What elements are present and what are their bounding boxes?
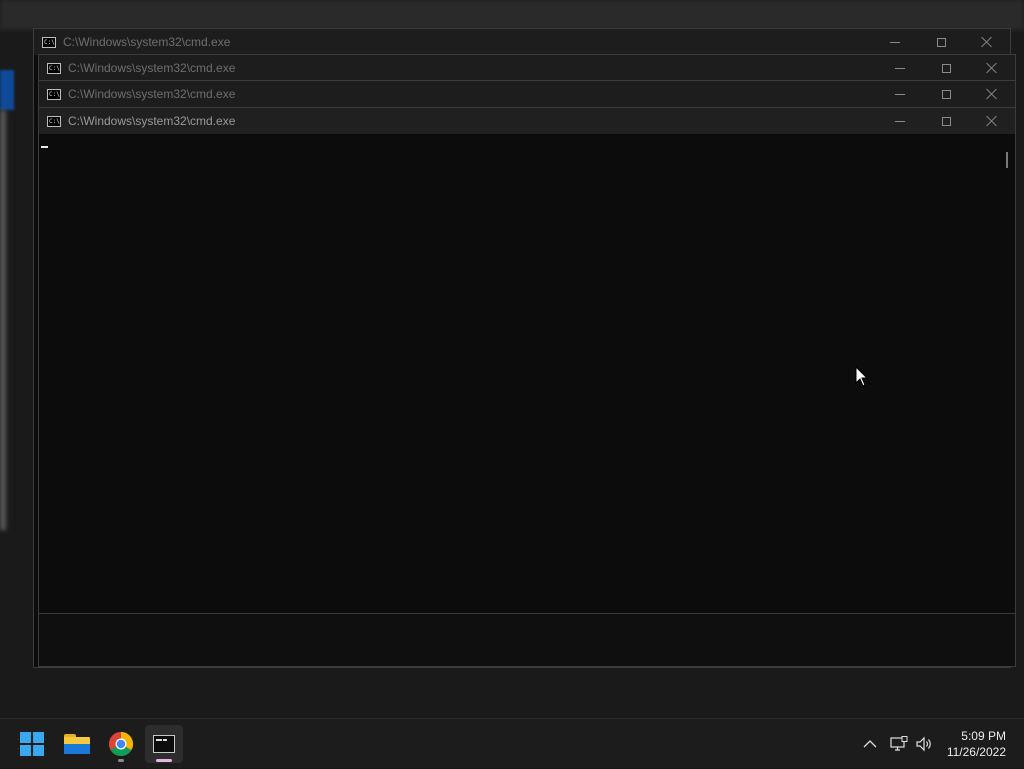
cmd-window-3-titlebar[interactable]: C:\ C:\Windows\system32\cmd.exe — [39, 81, 1015, 107]
minimize-button[interactable] — [877, 108, 923, 134]
text-cursor — [41, 146, 48, 148]
close-icon — [986, 62, 998, 74]
minimize-icon — [890, 41, 900, 43]
close-icon — [986, 88, 998, 100]
minimize-button[interactable] — [872, 29, 918, 55]
volume-icon — [916, 736, 931, 752]
taskbar-clock[interactable]: 5:09 PM 11/26/2022 — [947, 728, 1006, 760]
folder-icon — [64, 734, 90, 754]
show-hidden-icons-button[interactable] — [858, 719, 882, 769]
background-app-edge — [0, 110, 6, 530]
minimize-button[interactable] — [877, 81, 923, 107]
maximize-icon — [936, 37, 946, 47]
maximize-icon — [941, 63, 951, 73]
taskbar-command-prompt[interactable] — [145, 725, 183, 763]
clock-date: 11/26/2022 — [946, 745, 1006, 759]
network-icon — [890, 736, 908, 751]
close-button[interactable] — [969, 108, 1015, 134]
cmd-window-1-titlebar[interactable]: C:\ C:\Windows\system32\cmd.exe — [34, 29, 1010, 55]
cmd-window-2-titlebar[interactable]: C:\ C:\Windows\system32\cmd.exe — [39, 55, 1015, 81]
volume-button[interactable] — [911, 719, 937, 769]
maximize-button[interactable] — [923, 108, 969, 134]
cmd-window-4-titlebar[interactable]: C:\ C:\Windows\system32\cmd.exe — [39, 108, 1015, 134]
window-title: C:\Windows\system32\cmd.exe — [68, 61, 236, 75]
taskbar-file-explorer[interactable] — [58, 725, 96, 763]
network-button[interactable] — [886, 719, 912, 769]
window-title: C:\Windows\system32\cmd.exe — [68, 114, 236, 128]
active-indicator — [156, 759, 172, 762]
close-icon — [981, 36, 993, 48]
cmd-app-icon: C:\ — [47, 62, 61, 74]
scrollbar-thumb[interactable] — [1006, 152, 1008, 168]
terminal-icon — [153, 735, 175, 753]
maximize-icon — [941, 116, 951, 126]
close-button[interactable] — [964, 29, 1010, 55]
minimize-icon — [895, 67, 905, 69]
taskbar: 5:09 PM 11/26/2022 — [0, 718, 1024, 768]
maximize-button[interactable] — [923, 55, 969, 81]
minimize-icon — [895, 120, 905, 122]
windows-logo-icon — [20, 732, 44, 756]
vertical-scrollbar[interactable] — [999, 134, 1015, 614]
close-button[interactable] — [969, 81, 1015, 107]
maximize-icon — [941, 89, 951, 99]
maximize-button[interactable] — [923, 81, 969, 107]
clock-time: 5:09 PM — [961, 729, 1006, 743]
window-title: C:\Windows\system32\cmd.exe — [68, 87, 236, 101]
mouse-pointer-icon — [855, 366, 869, 387]
cmd-window-4[interactable]: C:\ C:\Windows\system32\cmd.exe — [38, 107, 1016, 667]
background-app-window — [0, 0, 1024, 30]
window-title: C:\Windows\system32\cmd.exe — [63, 35, 231, 49]
running-indicator — [118, 759, 124, 762]
chrome-icon — [108, 732, 134, 757]
chevron-up-icon — [863, 740, 877, 748]
cmd-app-icon: C:\ — [42, 36, 56, 48]
console-lower-panel — [39, 613, 1015, 666]
close-icon — [986, 115, 998, 127]
cmd-app-icon: C:\ — [47, 88, 61, 100]
start-button[interactable] — [13, 725, 51, 763]
background-app-accent — [0, 70, 14, 110]
close-button[interactable] — [969, 55, 1015, 81]
minimize-button[interactable] — [877, 55, 923, 81]
maximize-button[interactable] — [918, 29, 964, 55]
cmd-app-icon: C:\ — [47, 115, 61, 127]
minimize-icon — [895, 93, 905, 95]
taskbar-chrome[interactable] — [102, 725, 140, 763]
